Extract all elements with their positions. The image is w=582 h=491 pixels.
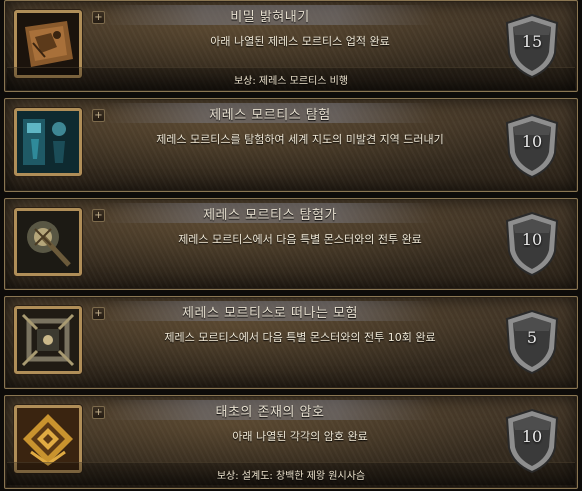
shield-icon: 15 (503, 13, 561, 79)
shield-icon: 10 (503, 408, 561, 474)
shield-icon: 5 (503, 309, 561, 375)
achievement-points: 10 (521, 427, 543, 446)
frame-icon (14, 306, 82, 374)
achievement-description: 제레스 모르티스에서 다음 특별 몬스터와의 전투 10회 완료 (164, 331, 436, 344)
expand-button[interactable]: + (92, 406, 105, 419)
achievement-title: 태초의 존재의 암호 (215, 405, 325, 420)
achievement-list: + 비밀 밝혀내기 아래 나열된 제레스 모르티스 업적 완료 보상: 제레스 … (0, 0, 582, 491)
achievement-points: 5 (526, 328, 538, 347)
achievement-reward: 보상: 제레스 모르티스 비행 (233, 76, 349, 87)
achievement-title: 비밀 밝혀내기 (230, 10, 310, 25)
achievement-title: 제레스 모르티스로 떠나는 모험 (182, 306, 358, 321)
achievement-card[interactable]: + 비밀 밝혀내기 아래 나열된 제레스 모르티스 업적 완료 보상: 제레스 … (4, 0, 578, 92)
achievement-card[interactable]: + 제레스 모르티스 탐험 제레스 모르티스를 탐험하여 세계 지도의 미발견 … (4, 98, 578, 192)
achievement-points: 15 (521, 32, 543, 51)
achievement-reward: 보상: 설계도: 창백한 제왕 원시사슴 (216, 471, 366, 482)
achievement-description: 제레스 모르티스를 탐험하여 세계 지도의 미발견 지역 드러내기 (156, 133, 444, 146)
achievement-card[interactable]: + 제레스 모르티스 탐험가 제레스 모르티스에서 다음 특별 몬스터와의 전투… (4, 198, 578, 290)
shield-icon: 10 (503, 113, 561, 179)
achievement-points: 10 (521, 132, 543, 151)
expand-button[interactable]: + (92, 307, 105, 320)
achievement-card[interactable]: + 태초의 존재의 암호 아래 나열된 각각의 암호 완료 보상: 설계도: 창… (4, 395, 578, 489)
achievement-title: 제레스 모르티스 탐험 (209, 108, 331, 123)
expand-button[interactable]: + (92, 11, 105, 24)
reward-bar: 보상: 설계도: 창백한 제왕 원시사슴 (7, 462, 575, 485)
achievement-description: 제레스 모르티스에서 다음 특별 몬스터와의 전투 완료 (178, 233, 422, 246)
achievement-card[interactable]: + 제레스 모르티스로 떠나는 모험 제레스 모르티스에서 다음 특별 몬스터와… (4, 296, 578, 389)
expand-button[interactable]: + (92, 209, 105, 222)
achievement-title: 제레스 모르티스 탐험가 (203, 208, 337, 223)
expand-button[interactable]: + (92, 109, 105, 122)
achievement-description: 아래 나열된 각각의 암호 완료 (232, 430, 368, 443)
mace-icon (14, 208, 82, 276)
achievement-points: 10 (521, 230, 543, 249)
shield-icon: 10 (503, 211, 561, 277)
explore-icon (14, 108, 82, 176)
achievement-description: 아래 나열된 제레스 모르티스 업적 완료 (210, 35, 390, 48)
reward-bar: 보상: 제레스 모르티스 비행 (7, 67, 575, 90)
